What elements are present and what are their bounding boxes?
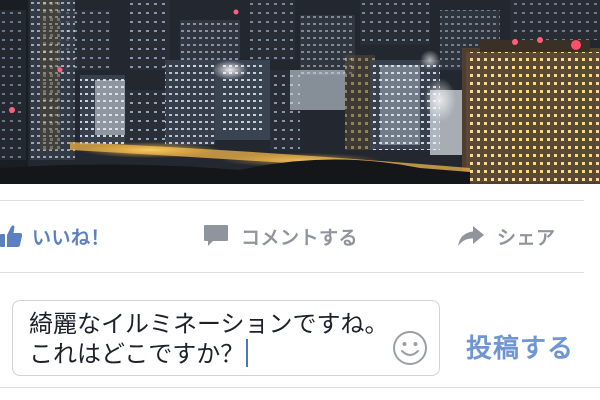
text-cursor <box>246 339 249 367</box>
thumbs-up-icon <box>0 224 22 248</box>
post-button[interactable]: 投稿する <box>466 328 574 365</box>
smiley-icon[interactable] <box>391 329 429 367</box>
night-city-image <box>0 0 600 184</box>
comment-label: コメントする <box>241 226 359 249</box>
comment-button[interactable]: コメントする <box>203 218 358 254</box>
divider <box>0 200 584 201</box>
comment-bubble-icon <box>203 224 229 248</box>
divider <box>0 272 584 273</box>
comment-text: 綺麗なイルミネーションですね。これはどこですか？ <box>29 310 389 368</box>
share-label: シェア <box>497 226 556 249</box>
comment-input[interactable]: 綺麗なイルミネーションですね。これはどこですか？ <box>12 300 440 376</box>
like-button[interactable]: いいね！ <box>0 218 110 254</box>
like-label: いいね！ <box>32 226 111 249</box>
share-button[interactable]: シェア <box>457 218 556 254</box>
divider <box>0 387 600 388</box>
share-arrow-icon <box>457 225 485 247</box>
comment-input-text: 綺麗なイルミネーションですね。これはどこですか？ <box>29 309 389 369</box>
post-photo[interactable] <box>0 0 600 184</box>
